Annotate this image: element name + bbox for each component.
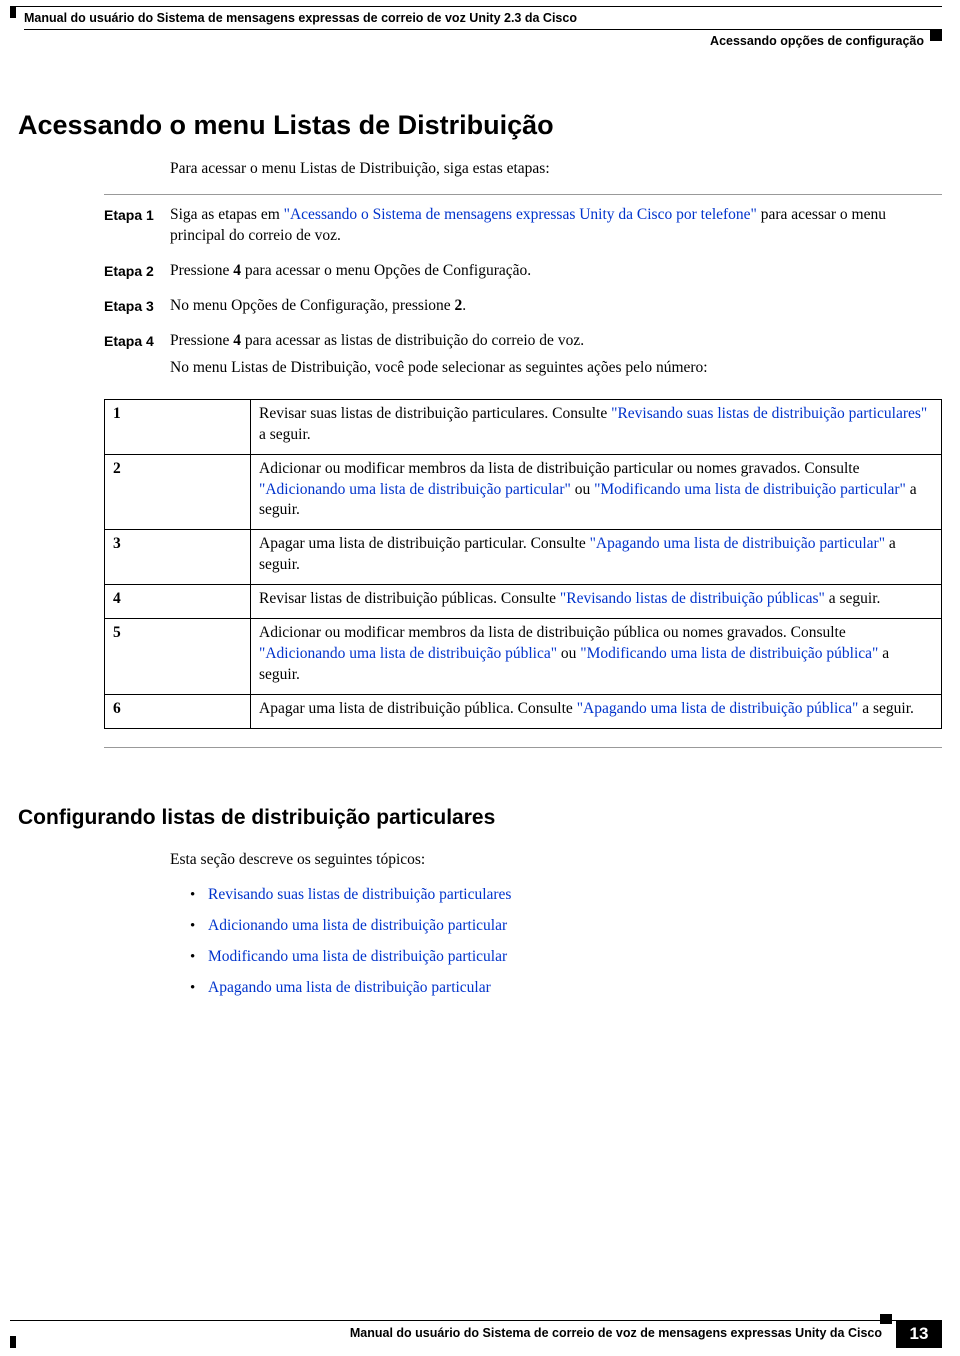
option-text: Revisar suas listas de distribuição part…	[259, 405, 611, 422]
options-table-wrap: 1 Revisar suas listas de distribuição par…	[104, 399, 942, 729]
option-link[interactable]: "Modificando uma lista de distribuição p…	[594, 481, 906, 498]
step-label: Etapa 1	[104, 205, 170, 253]
step-text: .	[462, 297, 466, 314]
option-link[interactable]: "Revisando suas listas de distribuição p…	[611, 405, 927, 422]
table-row: 1 Revisar suas listas de distribuição par…	[105, 399, 942, 454]
option-description: Revisar listas de distribuição públicas.…	[251, 585, 942, 619]
steps-list: Etapa 1 Siga as etapas em "Acessando o S…	[104, 205, 942, 385]
step-label: Etapa 2	[104, 261, 170, 288]
step-text: Siga as etapas em	[170, 206, 284, 223]
step-body: Pressione 4 para acessar as listas de di…	[170, 331, 942, 385]
table-row: 5 Adicionar ou modificar membros da lista…	[105, 619, 942, 695]
step-label: Etapa 3	[104, 296, 170, 323]
page-content: Acessando o menu Listas de Distribuição …	[0, 51, 960, 999]
option-text: a seguir.	[858, 700, 914, 717]
option-number: 3	[105, 530, 251, 585]
option-text: ou	[557, 645, 580, 662]
header-marker-left	[10, 6, 16, 18]
option-number: 2	[105, 454, 251, 530]
list-item-link[interactable]: Adicionando uma lista de distribuição pa…	[208, 917, 507, 934]
option-number: 4	[105, 585, 251, 619]
option-description: Apagar uma lista de distribuição pública…	[251, 694, 942, 728]
options-table: 1 Revisar suas listas de distribuição par…	[104, 399, 942, 729]
page-number: 13	[910, 1323, 929, 1346]
option-text: Apagar uma lista de distribuição particu…	[259, 535, 590, 552]
list-item: Adicionando uma lista de distribuição pa…	[190, 916, 942, 937]
list-item-link[interactable]: Revisando suas listas de distribuição pa…	[208, 886, 511, 903]
list-item: Apagando uma lista de distribuição parti…	[190, 978, 942, 999]
step-body: No menu Opções de Configuração, pression…	[170, 296, 942, 323]
step-key: 4	[233, 262, 241, 279]
step-text: Pressione	[170, 332, 233, 349]
step-label: Etapa 4	[104, 331, 170, 385]
footer-text: Manual do usuário do Sistema de correio …	[10, 1321, 942, 1342]
option-text: Adicionar ou modificar membros da lista …	[259, 460, 859, 477]
option-number: 1	[105, 399, 251, 454]
table-row: 4 Revisar listas de distribuição públicas…	[105, 585, 942, 619]
option-text: Apagar uma lista de distribuição pública…	[259, 700, 577, 717]
option-link[interactable]: "Adicionando uma lista de distribuição p…	[259, 481, 571, 498]
step-text: No menu Opções de Configuração, pression…	[170, 297, 455, 314]
table-row: 2 Adicionar ou modificar membros da lista…	[105, 454, 942, 530]
step-row: Etapa 1 Siga as etapas em "Acessando o S…	[104, 205, 942, 253]
step-para2: No menu Listas de Distribuição, você pod…	[170, 358, 942, 379]
header-marker-right	[930, 29, 942, 41]
step-link[interactable]: "Acessando o Sistema de mensagens expres…	[284, 206, 757, 223]
option-description: Apagar uma lista de distribuição particu…	[251, 530, 942, 585]
table-row: 3 Apagar uma lista de distribuição partic…	[105, 530, 942, 585]
option-description: Adicionar ou modificar membros da lista …	[251, 619, 942, 695]
list-item: Revisando suas listas de distribuição pa…	[190, 885, 942, 906]
step-row: Etapa 3 No menu Opções de Configuração, …	[104, 296, 942, 323]
table-row: 6 Apagar uma lista de distribuição públic…	[105, 694, 942, 728]
page-number-box: 13	[896, 1320, 942, 1348]
header-rule	[10, 6, 942, 7]
list-item: Modificando uma lista de distribuição pa…	[190, 947, 942, 968]
option-description: Adicionar ou modificar membros da lista …	[251, 454, 942, 530]
heading-1: Acessando o menu Listas de Distribuição	[18, 107, 942, 143]
list-item-link[interactable]: Modificando uma lista de distribuição pa…	[208, 948, 507, 965]
option-text: Adicionar ou modificar membros da lista …	[259, 624, 846, 641]
option-link[interactable]: "Adicionando uma lista de distribuição p…	[259, 645, 557, 662]
option-text: Revisar listas de distribuição públicas.…	[259, 590, 560, 607]
step-text: Pressione	[170, 262, 233, 279]
section2-intro: Esta seção descreve os seguintes tópicos…	[170, 850, 942, 871]
step-key: 4	[233, 332, 241, 349]
option-text: a seguir.	[259, 426, 311, 443]
step-text: para acessar o menu Opções de Configuraç…	[241, 262, 531, 279]
step-row: Etapa 4 Pressione 4 para acessar as list…	[104, 331, 942, 385]
header-section-path: Acessando opções de configuração	[710, 33, 924, 50]
rule-above-steps	[104, 194, 942, 195]
option-link[interactable]: "Apagando uma lista de distribuição públ…	[577, 700, 859, 717]
intro-text: Para acessar o menu Listas de Distribuiç…	[170, 159, 942, 180]
bullet-list: Revisando suas listas de distribuição pa…	[190, 885, 942, 999]
step-body: Siga as etapas em "Acessando o Sistema d…	[170, 205, 942, 253]
step-body: Pressione 4 para acessar o menu Opções d…	[170, 261, 942, 288]
option-text: a seguir.	[825, 590, 881, 607]
option-number: 5	[105, 619, 251, 695]
step-row: Etapa 2 Pressione 4 para acessar o menu …	[104, 261, 942, 288]
step-text: para acessar as listas de distribuição d…	[241, 332, 584, 349]
heading-2: Configurando listas de distribuição part…	[18, 804, 942, 832]
header-doc-title: Manual do usuário do Sistema de mensagen…	[0, 7, 960, 27]
option-link[interactable]: "Revisando listas de distribuição públic…	[560, 590, 825, 607]
rule-below-table	[104, 747, 942, 748]
footer-rule	[10, 1320, 942, 1321]
page-footer: Manual do usuário do Sistema de correio …	[10, 1320, 942, 1342]
page-header: Manual do usuário do Sistema de mensagen…	[0, 0, 960, 51]
option-description: Revisar suas listas de distribuição part…	[251, 399, 942, 454]
option-number: 6	[105, 694, 251, 728]
option-text: ou	[571, 481, 594, 498]
option-link[interactable]: "Modificando uma lista de distribuição p…	[580, 645, 878, 662]
list-item-link[interactable]: Apagando uma lista de distribuição parti…	[208, 979, 491, 996]
footer-marker-left	[10, 1336, 16, 1348]
option-link[interactable]: "Apagando uma lista de distribuição part…	[590, 535, 885, 552]
footer-marker	[880, 1314, 892, 1324]
header-sub-row: Acessando opções de configuração	[24, 29, 942, 51]
